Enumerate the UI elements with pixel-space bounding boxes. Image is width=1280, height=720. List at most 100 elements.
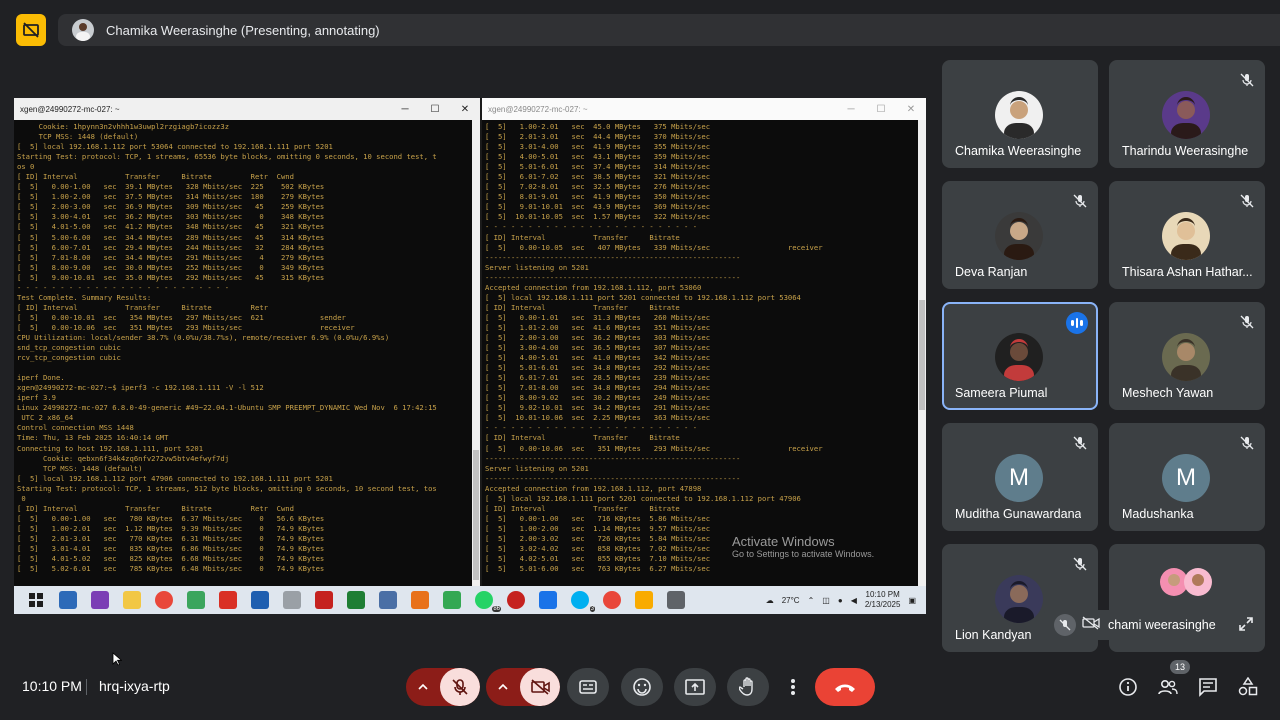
participant-tile[interactable]: M Madushanka bbox=[1109, 423, 1265, 531]
file-explorer-icon[interactable] bbox=[123, 591, 141, 609]
participant-avatar bbox=[995, 91, 1043, 139]
app-icon[interactable] bbox=[635, 591, 653, 609]
chat-icon[interactable] bbox=[1197, 676, 1219, 698]
mic-toggle-button[interactable] bbox=[440, 668, 480, 706]
microphone-control bbox=[406, 668, 480, 706]
excel-icon[interactable] bbox=[347, 591, 365, 609]
participant-name: Chamika Weerasinghe bbox=[955, 144, 1082, 158]
app-icon[interactable] bbox=[187, 591, 205, 609]
stop-presenting-icon[interactable] bbox=[16, 14, 46, 46]
emoji-button[interactable] bbox=[621, 668, 663, 706]
app-icon[interactable] bbox=[379, 591, 397, 609]
terminal-window-right[interactable]: xgen@24990272-mc-027: ~ ─ ☐ ✕ [ 5] 1.00-… bbox=[482, 98, 926, 586]
minimize-icon[interactable]: ─ bbox=[836, 104, 866, 115]
app-icon[interactable] bbox=[91, 591, 109, 609]
participant-tile[interactable]: Thisara Ashan Hathar... bbox=[1109, 181, 1265, 289]
mic-off-icon bbox=[1072, 435, 1088, 451]
participant-avatar bbox=[1162, 333, 1210, 381]
app-icon[interactable] bbox=[411, 591, 429, 609]
participant-name: Thisara Ashan Hathar... bbox=[1122, 265, 1253, 279]
mic-options-chevron-icon[interactable] bbox=[406, 668, 440, 706]
terminal-app-icon[interactable] bbox=[667, 591, 685, 609]
participant-tile[interactable]: Deva Ranjan bbox=[942, 181, 1098, 289]
camera-off-icon[interactable] bbox=[1082, 615, 1100, 635]
mouse-cursor-icon bbox=[112, 652, 122, 666]
app-icon[interactable] bbox=[251, 591, 269, 609]
app-icon[interactable] bbox=[219, 591, 237, 609]
camera-off-icon bbox=[531, 679, 550, 695]
weather-icon[interactable]: ☁ bbox=[766, 596, 774, 605]
mic-off-icon bbox=[1072, 193, 1088, 209]
activities-icon[interactable] bbox=[1237, 676, 1259, 698]
app-icon[interactable] bbox=[283, 591, 301, 609]
volume-icon[interactable]: ◀ bbox=[851, 596, 857, 605]
divider bbox=[86, 679, 87, 695]
chrome-icon[interactable] bbox=[603, 591, 621, 609]
camera-toggle-button[interactable] bbox=[520, 668, 560, 706]
more-options-button[interactable] bbox=[780, 668, 806, 706]
chevron-up-icon[interactable]: ⌃ bbox=[808, 596, 815, 605]
app-icon[interactable] bbox=[507, 591, 525, 609]
speaking-indicator-icon bbox=[1066, 312, 1088, 334]
participant-name: Sameera Piumal bbox=[955, 386, 1048, 400]
presenter-label: Chamika Weerasinghe (Presenting, annotat… bbox=[106, 22, 380, 38]
meeting-info-icon[interactable] bbox=[1117, 676, 1139, 698]
participant-avatar: M bbox=[1162, 454, 1210, 502]
tray-clock[interactable]: 10:10 PM 2/13/2025 bbox=[865, 590, 901, 610]
camera-options-chevron-icon[interactable] bbox=[486, 668, 520, 706]
participant-tile[interactable]: Chamika Weerasinghe bbox=[942, 60, 1098, 168]
participant-tile[interactable]: Sameera Piumal bbox=[942, 302, 1098, 410]
terminal-title: xgen@24990272-mc-027: ~ bbox=[20, 104, 120, 114]
terminal-titlebar[interactable]: xgen@24990272-mc-027: ~ ─ ☐ ✕ bbox=[482, 98, 926, 120]
mic-off-icon[interactable] bbox=[1054, 614, 1076, 636]
microphone-icon[interactable]: ● bbox=[838, 596, 843, 605]
participant-name: Madushanka bbox=[1122, 507, 1194, 521]
participant-name: Meshech Yawan bbox=[1122, 386, 1214, 400]
present-screen-button[interactable] bbox=[674, 668, 716, 706]
network-icon[interactable]: ◫ bbox=[822, 596, 830, 605]
raise-hand-button[interactable] bbox=[727, 668, 769, 706]
captions-button[interactable] bbox=[567, 668, 609, 706]
emoji-icon bbox=[633, 678, 651, 696]
participant-tile[interactable]: Meshech Yawan bbox=[1109, 302, 1265, 410]
group-avatar bbox=[1157, 566, 1217, 598]
participant-name: Deva Ranjan bbox=[955, 265, 1028, 279]
app-icon[interactable] bbox=[539, 591, 557, 609]
present-screen-icon bbox=[685, 679, 705, 695]
shared-screen: xgen@24990272-mc-027: ~ ─ ☐ ✕ Cookie: 1h… bbox=[14, 98, 926, 614]
participant-name: Lion Kandyan bbox=[955, 628, 1032, 642]
app-icon[interactable] bbox=[315, 591, 333, 609]
participant-avatar bbox=[995, 212, 1043, 260]
presenter-banner: Chamika Weerasinghe (Presenting, annotat… bbox=[58, 14, 1280, 46]
close-icon[interactable]: ✕ bbox=[896, 104, 926, 115]
people-icon[interactable] bbox=[1157, 676, 1179, 698]
minimize-icon[interactable]: ─ bbox=[390, 104, 420, 115]
participant-tile[interactable]: M Muditha Gunawardana bbox=[942, 423, 1098, 531]
mic-off-icon bbox=[1072, 556, 1088, 572]
terminal-window-left[interactable]: xgen@24990272-mc-027: ~ ─ ☐ ✕ Cookie: 1h… bbox=[14, 98, 480, 586]
self-view-name: chami weerasinghe bbox=[1108, 618, 1216, 632]
maximize-icon[interactable]: ☐ bbox=[420, 104, 450, 115]
end-call-icon bbox=[835, 684, 855, 692]
expand-icon[interactable] bbox=[1238, 616, 1254, 637]
whatsapp-icon[interactable]: 86 bbox=[475, 591, 501, 612]
terminal-output: [ 5] 1.00-2.01 sec 45.0 MBytes 375 Mbits… bbox=[485, 122, 823, 574]
skype-icon[interactable]: 3 bbox=[571, 591, 595, 612]
maximize-icon[interactable]: ☐ bbox=[866, 104, 896, 115]
close-icon[interactable]: ✕ bbox=[450, 104, 480, 115]
notifications-icon[interactable]: ▣ bbox=[908, 596, 916, 605]
start-icon[interactable] bbox=[27, 591, 45, 609]
leave-call-button[interactable] bbox=[815, 668, 875, 706]
participant-avatar bbox=[1162, 212, 1210, 260]
scrollbar[interactable] bbox=[472, 120, 480, 586]
app-icon[interactable] bbox=[443, 591, 461, 609]
terminal-output: Cookie: 1hpynn3n2vhhh1w3uwpl2rzgiagb7ico… bbox=[17, 122, 437, 574]
presenter-avatar bbox=[72, 19, 94, 41]
app-icon[interactable] bbox=[59, 591, 77, 609]
chrome-icon[interactable] bbox=[155, 591, 173, 609]
terminal-titlebar[interactable]: xgen@24990272-mc-027: ~ ─ ☐ ✕ bbox=[14, 98, 480, 120]
windows-taskbar: 86 3 ☁ 27°C ⌃ ◫ ● ◀ 10:10 PM 2/13/2025 ▣ bbox=[14, 586, 926, 614]
scrollbar[interactable] bbox=[918, 120, 926, 586]
mic-off-icon bbox=[1239, 435, 1255, 451]
participant-tile[interactable]: Tharindu Weerasinghe bbox=[1109, 60, 1265, 168]
